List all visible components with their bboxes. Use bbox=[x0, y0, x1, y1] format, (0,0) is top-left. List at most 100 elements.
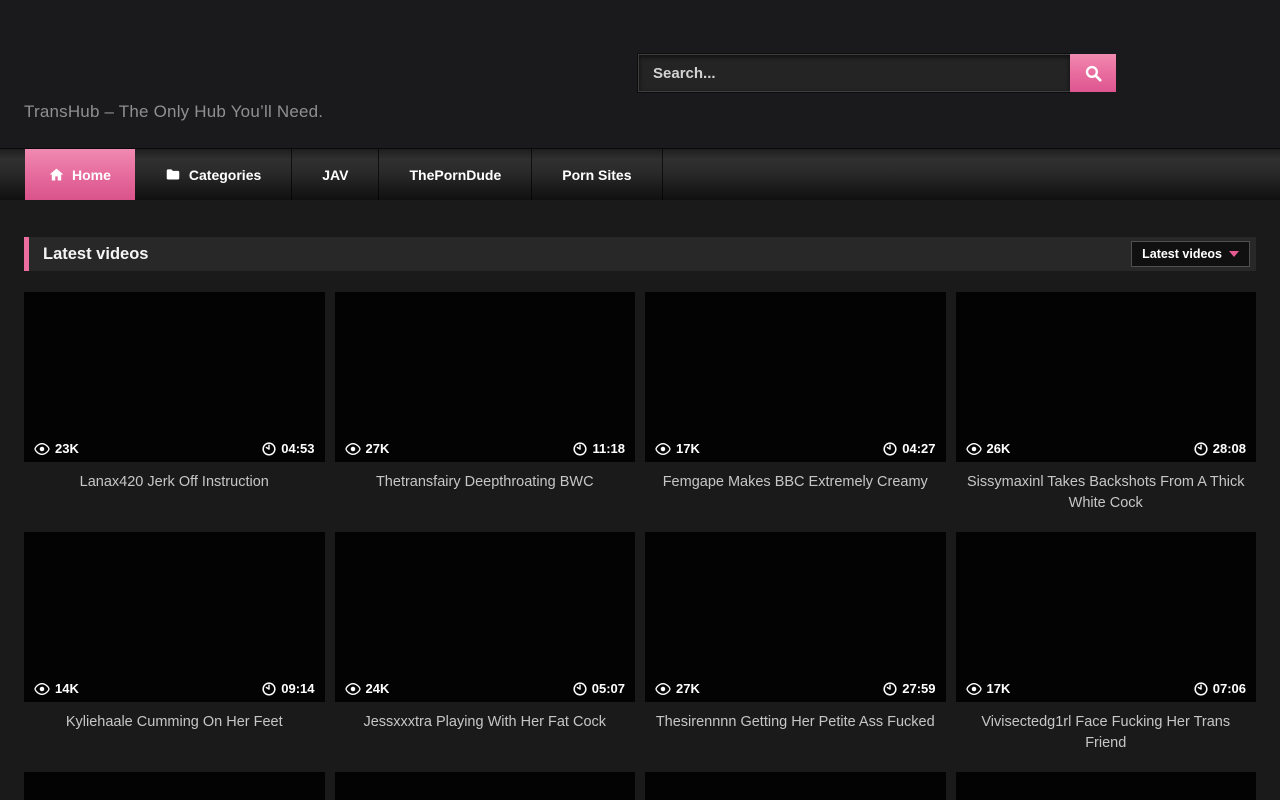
eye-icon bbox=[966, 683, 982, 695]
video-title[interactable]: Vivisectedg1rl Face Fucking Her Trans Fr… bbox=[956, 702, 1257, 772]
views-stat: 26K bbox=[966, 441, 1011, 456]
clock-icon bbox=[573, 682, 587, 696]
nav-item-label: Porn Sites bbox=[562, 167, 631, 183]
section-title: Latest videos bbox=[43, 245, 148, 264]
search-button[interactable] bbox=[1070, 54, 1116, 92]
video-thumbnail[interactable]: 27K 27:59 bbox=[645, 532, 946, 702]
nav-item-categories[interactable]: Categories bbox=[135, 149, 292, 200]
video-card[interactable]: 26K 28:08 Sissymaxinl Takes Backshots Fr… bbox=[956, 292, 1257, 532]
video-thumbnail[interactable]: 23K 04:53 bbox=[24, 292, 325, 462]
search-bar bbox=[638, 54, 1116, 92]
views-stat: 27K bbox=[655, 681, 700, 696]
eye-icon bbox=[655, 443, 671, 455]
views-count: 26K bbox=[987, 441, 1011, 456]
video-thumbnail[interactable] bbox=[24, 772, 325, 800]
nav-item-home[interactable]: Home bbox=[25, 149, 135, 200]
main-nav: Home Categories JAV ThePornDude Porn Sit… bbox=[0, 148, 1280, 200]
video-thumbnail[interactable]: 17K 04:27 bbox=[645, 292, 946, 462]
clock-icon bbox=[883, 442, 897, 456]
video-card-partial[interactable] bbox=[645, 772, 946, 800]
home-icon bbox=[49, 167, 64, 182]
views-count: 27K bbox=[366, 441, 390, 456]
thumbnail-stats: 17K 04:27 bbox=[655, 441, 936, 456]
video-card-partial[interactable] bbox=[335, 772, 636, 800]
search-input[interactable] bbox=[638, 54, 1070, 92]
duration: 04:53 bbox=[281, 441, 314, 456]
clock-icon bbox=[573, 442, 587, 456]
video-title[interactable]: Jessxxxtra Playing With Her Fat Cock bbox=[335, 702, 636, 772]
clock-icon bbox=[883, 682, 897, 696]
nav-item-theporndude[interactable]: ThePornDude bbox=[379, 149, 532, 200]
video-card[interactable]: 17K 07:06 Vivisectedg1rl Face Fucking He… bbox=[956, 532, 1257, 772]
eye-icon bbox=[345, 443, 361, 455]
duration-stat: 11:18 bbox=[573, 441, 625, 456]
video-thumbnail[interactable] bbox=[335, 772, 636, 800]
video-title[interactable]: Lanax420 Jerk Off Instruction bbox=[24, 462, 325, 532]
video-card[interactable]: 23K 04:53 Lanax420 Jerk Off Instruction bbox=[24, 292, 325, 532]
video-title[interactable]: Sissymaxinl Takes Backshots From A Thick… bbox=[956, 462, 1257, 532]
duration-stat: 27:59 bbox=[883, 681, 935, 696]
video-title[interactable]: Thetransfairy Deepthroating BWC bbox=[335, 462, 636, 532]
video-title[interactable]: Femgape Makes BBC Extremely Creamy bbox=[645, 462, 946, 532]
duration: 07:06 bbox=[1213, 681, 1246, 696]
video-card[interactable]: 24K 05:07 Jessxxxtra Playing With Her Fa… bbox=[335, 532, 636, 772]
thumbnail-stats: 23K 04:53 bbox=[34, 441, 315, 456]
views-count: 23K bbox=[55, 441, 79, 456]
video-title[interactable]: Thesirennnn Getting Her Petite Ass Fucke… bbox=[645, 702, 946, 772]
views-count: 24K bbox=[366, 681, 390, 696]
views-count: 14K bbox=[55, 681, 79, 696]
thumbnail-stats: 14K 09:14 bbox=[34, 681, 315, 696]
video-card[interactable]: 14K 09:14 Kyliehaale Cumming On Her Feet bbox=[24, 532, 325, 772]
folder-icon bbox=[165, 167, 181, 182]
duration: 05:07 bbox=[592, 681, 625, 696]
nav-item-label: ThePornDude bbox=[409, 167, 501, 183]
views-count: 17K bbox=[987, 681, 1011, 696]
video-card[interactable]: 27K 11:18 Thetransfairy Deepthroating BW… bbox=[335, 292, 636, 532]
site-tagline: TransHub – The Only Hub You’ll Need. bbox=[24, 102, 323, 122]
views-count: 17K bbox=[676, 441, 700, 456]
video-thumbnail[interactable]: 17K 07:06 bbox=[956, 532, 1257, 702]
video-grid: 23K 04:53 Lanax420 Jerk Off Instruction bbox=[24, 292, 1256, 800]
views-stat: 14K bbox=[34, 681, 79, 696]
sort-dropdown[interactable]: Latest videos bbox=[1131, 241, 1250, 267]
clock-icon bbox=[262, 682, 276, 696]
views-stat: 17K bbox=[655, 441, 700, 456]
duration: 11:18 bbox=[592, 441, 625, 456]
duration-stat: 09:14 bbox=[262, 681, 314, 696]
thumbnail-stats: 17K 07:06 bbox=[966, 681, 1247, 696]
views-stat: 23K bbox=[34, 441, 79, 456]
video-thumbnail[interactable]: 14K 09:14 bbox=[24, 532, 325, 702]
duration-stat: 07:06 bbox=[1194, 681, 1246, 696]
video-thumbnail[interactable] bbox=[956, 772, 1257, 800]
video-card[interactable]: 17K 04:27 Femgape Makes BBC Extremely Cr… bbox=[645, 292, 946, 532]
eye-icon bbox=[34, 683, 50, 695]
video-card-partial[interactable] bbox=[24, 772, 325, 800]
views-stat: 17K bbox=[966, 681, 1011, 696]
eye-icon bbox=[345, 683, 361, 695]
duration-stat: 04:53 bbox=[262, 441, 314, 456]
duration: 09:14 bbox=[281, 681, 314, 696]
video-card-partial[interactable] bbox=[956, 772, 1257, 800]
nav-item-porn-sites[interactable]: Porn Sites bbox=[532, 149, 662, 200]
video-card[interactable]: 27K 27:59 Thesirennnn Getting Her Petite… bbox=[645, 532, 946, 772]
video-thumbnail[interactable]: 27K 11:18 bbox=[335, 292, 636, 462]
nav-item-jav[interactable]: JAV bbox=[292, 149, 379, 200]
duration: 04:27 bbox=[902, 441, 935, 456]
nav-item-label: Categories bbox=[189, 167, 261, 183]
duration-stat: 05:07 bbox=[573, 681, 625, 696]
thumbnail-stats: 27K 27:59 bbox=[655, 681, 936, 696]
eye-icon bbox=[966, 443, 982, 455]
magnifier-icon bbox=[1084, 64, 1103, 83]
duration: 27:59 bbox=[902, 681, 935, 696]
duration: 28:08 bbox=[1213, 441, 1246, 456]
video-title[interactable]: Kyliehaale Cumming On Her Feet bbox=[24, 702, 325, 772]
video-thumbnail[interactable]: 24K 05:07 bbox=[335, 532, 636, 702]
thumbnail-stats: 24K 05:07 bbox=[345, 681, 626, 696]
video-thumbnail[interactable] bbox=[645, 772, 946, 800]
latest-videos-section-header: Latest videos Latest videos bbox=[24, 237, 1256, 271]
views-stat: 27K bbox=[345, 441, 390, 456]
sort-dropdown-label: Latest videos bbox=[1142, 247, 1222, 261]
thumbnail-stats: 26K 28:08 bbox=[966, 441, 1247, 456]
eye-icon bbox=[34, 443, 50, 455]
video-thumbnail[interactable]: 26K 28:08 bbox=[956, 292, 1257, 462]
